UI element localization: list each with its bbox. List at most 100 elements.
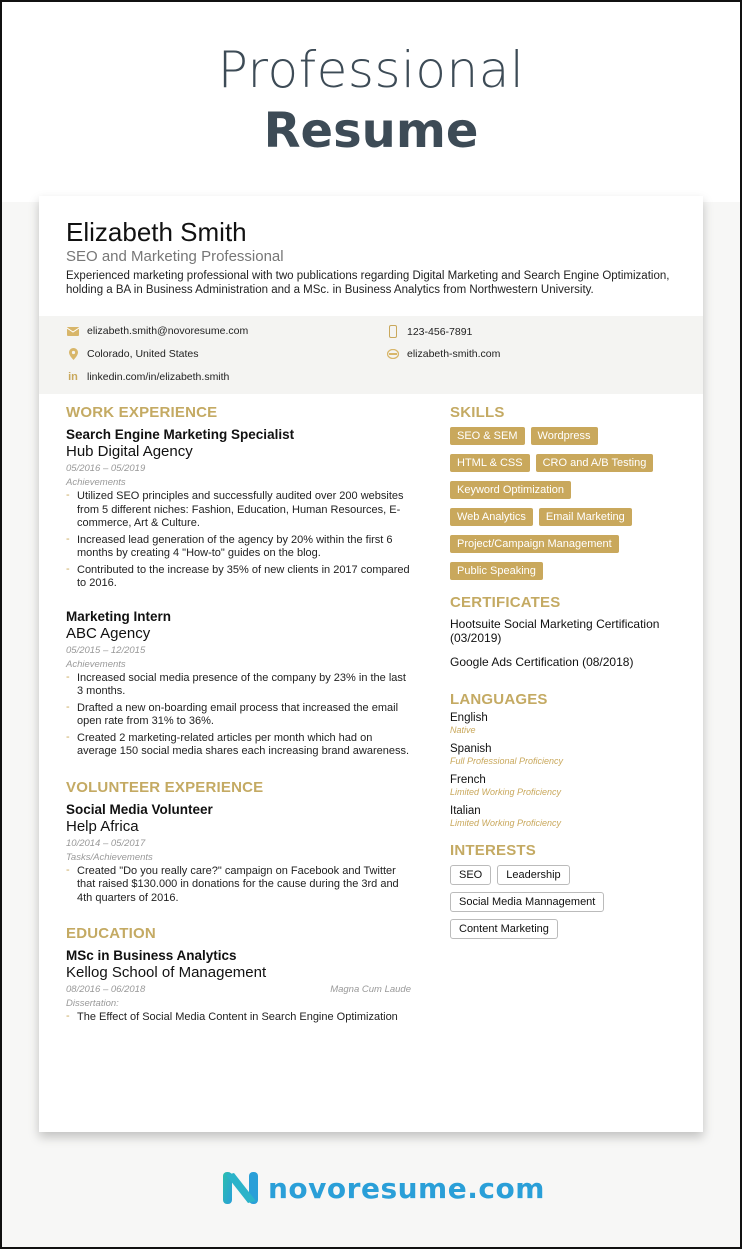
tasks-label: Tasks/Achievements — [66, 851, 153, 863]
languages-section: LANGUAGES English Native Spanish Full Pr… — [450, 691, 690, 828]
job-entry: Search Engine Marketing Specialist Hub D… — [66, 427, 411, 591]
volunteer-dates: 10/2014 – 05/2017 — [66, 837, 146, 849]
dissertation-label: Dissertation: — [66, 998, 119, 1009]
contact-email[interactable]: elizabeth.smith@novoresume.com — [66, 325, 248, 337]
language-level: Native — [450, 725, 476, 735]
achievements-list: Utilized SEO principles and successfully… — [66, 489, 411, 591]
education-section: EDUCATION MSc in Business Analytics Kell… — [66, 925, 411, 1025]
candidate-role: SEO and Marketing Professional — [66, 248, 284, 265]
skill-tag: Email Marketing — [538, 508, 632, 526]
language-item: English Native — [450, 712, 690, 735]
hero-title-line2: Resume — [263, 103, 479, 159]
achievement-item: Utilized SEO principles and successfully… — [66, 489, 411, 531]
achievement-item: Created 2 marketing-related articles per… — [66, 731, 411, 759]
skills-section: SKILLS SEO & SEM Wordpress HTML & CSS CR… — [450, 404, 690, 580]
phone-value: 123-456-7891 — [407, 325, 473, 338]
skill-tag: SEO & SEM — [450, 427, 525, 445]
section-title: EDUCATION — [66, 925, 156, 942]
skill-tag: Project/Campaign Management — [450, 535, 619, 553]
interest-tag: SEO — [450, 865, 492, 885]
certificate-item: Google Ads Certification (08/2018) — [450, 655, 634, 669]
language-level: Limited Working Proficiency — [450, 787, 562, 797]
linkedin-value: linkedin.com/in/elizabeth.smith — [87, 371, 230, 383]
language-item: Spanish Full Professional Proficiency — [450, 743, 690, 766]
skill-tag: CRO and A/B Testing — [535, 454, 654, 472]
skill-tags: SEO & SEM Wordpress HTML & CSS CRO and A… — [450, 427, 690, 580]
interest-tags: SEO Leadership Social Media Mannagement … — [450, 865, 690, 939]
section-title: CERTIFICATES — [450, 594, 561, 611]
degree: MSc in Business Analytics — [66, 948, 237, 963]
skill-tag: Public Speaking — [450, 562, 543, 580]
logo-text: novoresume.com — [268, 1171, 545, 1205]
certificate-item: Hootsuite Social Marketing Certification… — [450, 617, 660, 645]
linkedin-icon: in — [68, 371, 78, 383]
interest-tag: Content Marketing — [450, 919, 558, 939]
honors: Magna Cum Laude — [330, 984, 411, 995]
volunteer-section: VOLUNTEER EXPERIENCE Social Media Volunt… — [66, 779, 411, 906]
job-entry: Marketing Intern ABC Agency 05/2015 – 12… — [66, 609, 411, 759]
language-name: English — [450, 712, 488, 724]
achievements-label: Achievements — [66, 658, 126, 670]
section-title: INTERESTS — [450, 842, 536, 859]
contact-bar: elizabeth.smith@novoresume.com 123-456-7… — [39, 316, 703, 394]
novoresume-logo[interactable]: novoresume.com — [222, 1170, 545, 1206]
dissertation-list: The Effect of Social Media Content in Se… — [66, 1010, 411, 1025]
achievements-list: Increased social media presence of the c… — [66, 671, 411, 759]
company-name: ABC Agency — [66, 624, 151, 642]
phone-icon — [386, 325, 400, 338]
tasks-list: Created "Do you really care?" campaign o… — [66, 864, 411, 906]
language-item: Italian Limited Working Proficiency — [450, 805, 690, 828]
interest-tag: Leadership — [497, 865, 570, 885]
skill-tag: Keyword Optimization — [450, 481, 571, 499]
location-pin-icon — [66, 348, 80, 360]
education-dates: 08/2016 – 06/2018 — [66, 984, 146, 995]
school: Kellog School of Management — [66, 964, 267, 981]
company-name: Hub Digital Agency — [66, 443, 193, 460]
dissertation-item: The Effect of Social Media Content in Se… — [66, 1010, 411, 1025]
task-item: Created "Do you really care?" campaign o… — [66, 864, 411, 906]
section-title: SKILLS — [450, 404, 505, 421]
website-value: elizabeth-smith.com — [407, 348, 501, 360]
language-name: Spanish — [450, 743, 492, 755]
achievements-label: Achievements — [66, 477, 126, 488]
language-level: Limited Working Proficiency — [450, 818, 562, 828]
job-dates: 05/2016 – 05/2019 — [66, 463, 146, 474]
language-name: French — [450, 774, 486, 786]
left-column: WORK EXPERIENCE Search Engine Marketing … — [66, 404, 411, 1045]
contact-phone[interactable]: 123-456-7891 — [386, 325, 472, 338]
skill-tag: HTML & CSS — [450, 454, 530, 472]
language-name: Italian — [450, 805, 481, 817]
language-item: French Limited Working Proficiency — [450, 774, 690, 797]
contact-website[interactable]: elizabeth-smith.com — [386, 348, 500, 360]
section-title: VOLUNTEER EXPERIENCE — [66, 778, 264, 796]
interest-tag: Social Media Mannagement — [450, 892, 605, 912]
resume-document: Elizabeth Smith SEO and Marketing Profes… — [39, 196, 703, 1132]
volunteer-org: Help Africa — [66, 817, 139, 835]
work-experience-section: WORK EXPERIENCE Search Engine Marketing … — [66, 404, 411, 759]
job-title: Marketing Intern — [66, 608, 172, 624]
achievement-item: Increased lead generation of the agency … — [66, 533, 411, 561]
volunteer-role: Social Media Volunteer — [66, 801, 213, 817]
contact-location: Colorado, United States — [66, 348, 198, 360]
achievement-item: Contributed to the increase by 35% of ne… — [66, 563, 411, 591]
section-title: WORK EXPERIENCE — [66, 404, 218, 421]
envelope-icon — [66, 326, 80, 336]
language-level: Full Professional Proficiency — [450, 756, 564, 766]
contact-linkedin[interactable]: in linkedin.com/in/elizabeth.smith — [66, 371, 229, 383]
hero-title: Professional Resume — [0, 40, 742, 162]
hero-title-line1: Professional — [217, 41, 525, 99]
globe-icon — [386, 349, 400, 359]
education-meta: 08/2016 – 06/2018 Magna Cum Laude — [66, 981, 411, 995]
email-value: elizabeth.smith@novoresume.com — [87, 325, 249, 337]
right-column: SKILLS SEO & SEM Wordpress HTML & CSS CR… — [450, 404, 690, 946]
job-title: Search Engine Marketing Specialist — [66, 427, 295, 442]
candidate-name: Elizabeth Smith — [66, 217, 247, 247]
achievement-item: Drafted a new on-boarding email process … — [66, 701, 411, 729]
achievement-item: Increased social media presence of the c… — [66, 671, 411, 699]
skill-tag: Wordpress — [530, 427, 598, 445]
section-title: LANGUAGES — [450, 691, 548, 708]
skill-tag: Web Analytics — [450, 508, 533, 526]
summary: Experienced marketing professional with … — [66, 270, 670, 296]
job-dates: 05/2015 – 12/2015 — [66, 644, 146, 656]
certificates-section: CERTIFICATES Hootsuite Social Marketing … — [450, 594, 690, 669]
